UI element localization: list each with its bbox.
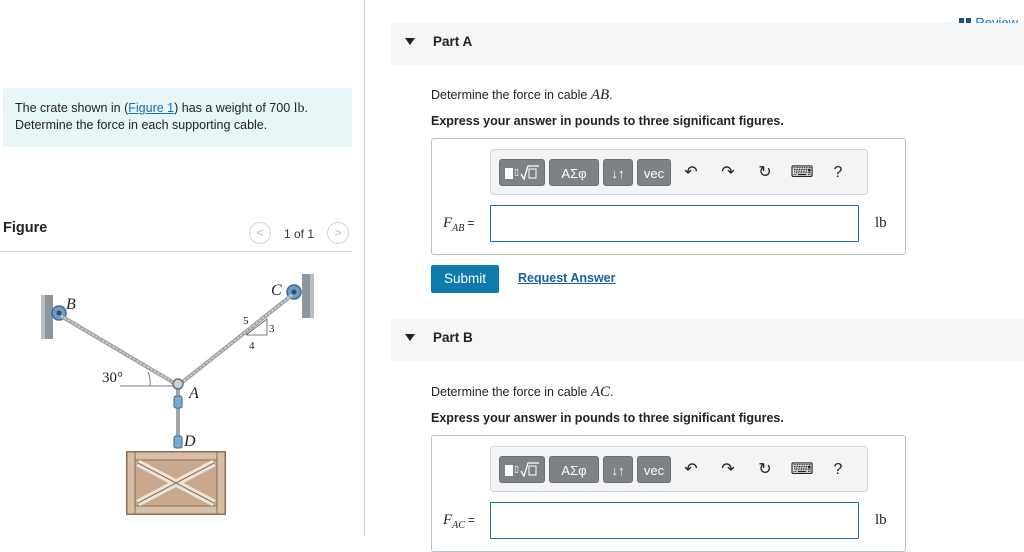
part-b-answer-box: ▯ ΑΣφ ↓↑ vec ↶ ↷ ↻ ⌨ ? FAC = lb xyxy=(431,435,906,552)
part-b-variable: FAC = xyxy=(443,512,475,531)
undo-icon[interactable]: ↶ xyxy=(679,159,703,186)
part-a-question: Determine the force in cable AB. xyxy=(431,87,613,103)
fraction-sqrt-icon: ▯ xyxy=(505,462,539,478)
part-b-instruction: Express your answer in pounds to three s… xyxy=(431,411,784,425)
part-a-variable: FAB = xyxy=(443,215,475,234)
part-a-answer-input[interactable] xyxy=(490,205,859,242)
part-b-header[interactable]: Part B xyxy=(391,319,1024,361)
label-angle: 30° xyxy=(102,370,123,386)
part-a-unit: lb xyxy=(875,215,887,231)
part-a-math-toolbar: ▯ ΑΣφ ↓↑ vec ↶ ↷ ↻ ⌨ ? xyxy=(490,149,868,195)
reset-icon[interactable]: ↻ xyxy=(753,456,777,483)
subscript-superscript-button[interactable]: ↓↑ xyxy=(603,456,633,483)
figure-pager: 1 of 1 xyxy=(284,227,315,241)
problem-statement: The crate shown in (Figure 1) has a weig… xyxy=(3,88,352,147)
keyboard-icon[interactable]: ⌨ xyxy=(789,456,815,483)
figure-prev-button[interactable]: < xyxy=(249,222,271,244)
part-b-question: Determine the force in cable AC. xyxy=(431,384,614,400)
vector-button[interactable]: vec xyxy=(637,159,671,186)
templates-button[interactable]: ▯ xyxy=(499,159,545,186)
label-slope-5: 5 xyxy=(243,315,249,327)
part-a-title: Part A xyxy=(433,34,473,49)
problem-task: Determine the force in each supporting c… xyxy=(15,118,268,132)
figure-title: Figure xyxy=(3,220,48,236)
request-answer-link[interactable]: Request Answer xyxy=(518,271,615,285)
label-d: D xyxy=(183,433,196,450)
submit-button[interactable]: Submit xyxy=(431,265,499,293)
templates-button[interactable]: ▯ xyxy=(499,456,545,483)
label-slope-4: 4 xyxy=(249,340,255,352)
label-b: B xyxy=(66,296,76,313)
help-icon[interactable]: ? xyxy=(828,159,848,186)
ring-a xyxy=(172,378,184,390)
part-b-unit: lb xyxy=(875,512,887,528)
label-a: A xyxy=(188,385,199,402)
part-b-answer-input[interactable] xyxy=(490,502,859,539)
reset-icon[interactable]: ↻ xyxy=(753,159,777,186)
problem-panel: The crate shown in (Figure 1) has a weig… xyxy=(0,0,365,536)
part-a-question-var: AB xyxy=(590,87,610,103)
fraction-sqrt-icon: ▯ xyxy=(505,165,539,181)
keyboard-icon[interactable]: ⌨ xyxy=(789,159,815,186)
svg-text:▯: ▯ xyxy=(514,465,519,475)
part-a-header[interactable]: Part A xyxy=(391,23,1024,65)
figure-link[interactable]: Figure 1 xyxy=(128,101,174,115)
part-a-instruction: Express your answer in pounds to three s… xyxy=(431,114,784,128)
crate xyxy=(126,451,226,515)
figure-header: Figure < 1 of 1 > xyxy=(0,214,352,252)
figure-next-button[interactable]: > xyxy=(327,222,349,244)
vector-button[interactable]: vec xyxy=(637,456,671,483)
redo-icon[interactable]: ↷ xyxy=(716,159,740,186)
svg-text:▯: ▯ xyxy=(514,168,519,178)
subscript-superscript-button[interactable]: ↓↑ xyxy=(603,159,633,186)
weight-unit: lb xyxy=(293,101,305,116)
collapse-caret-icon[interactable] xyxy=(405,38,415,45)
problem-text: The crate shown in ( xyxy=(15,101,129,115)
help-icon[interactable]: ? xyxy=(828,456,848,483)
greek-symbols-button[interactable]: ΑΣφ xyxy=(549,159,599,186)
part-b-math-toolbar: ▯ ΑΣφ ↓↑ vec ↶ ↷ ↻ ⌨ ? xyxy=(490,446,868,492)
part-a-answer-box: ▯ ΑΣφ ↓↑ vec ↶ ↷ ↻ ⌨ ? FAB = lb xyxy=(431,138,906,255)
part-b-title: Part B xyxy=(433,330,473,345)
label-slope-3: 3 xyxy=(269,323,275,335)
undo-icon[interactable]: ↶ xyxy=(679,456,703,483)
problem-text-end: . xyxy=(304,101,309,115)
crate-cable-diagram: B C A D 30° 5 3 4 xyxy=(41,274,314,515)
label-c: C xyxy=(271,282,282,299)
part-b-question-var: AC xyxy=(590,384,610,400)
redo-icon[interactable]: ↷ xyxy=(716,456,740,483)
greek-symbols-button[interactable]: ΑΣφ xyxy=(549,456,599,483)
collapse-caret-icon[interactable] xyxy=(405,334,415,341)
problem-text-weight: ) has a weight of 700 xyxy=(174,101,294,115)
